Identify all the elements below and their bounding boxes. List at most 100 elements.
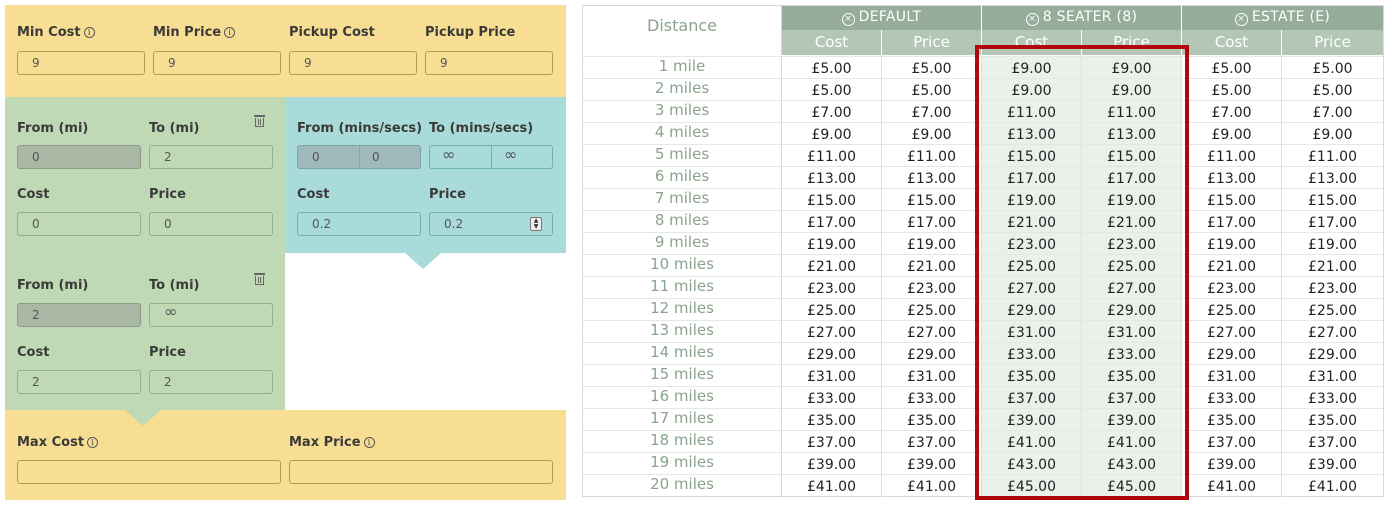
cost-cell: £11.00 [982, 101, 1082, 123]
price-cell: £41.00 [1308, 479, 1357, 495]
cost-cell: £39.00 [1182, 453, 1282, 475]
distance-cell: 16 miles [583, 387, 782, 409]
cost-cell: £11.00 [1182, 145, 1282, 167]
time-to-secs[interactable]: ∞ [504, 147, 517, 163]
min-cost-label: Min Cost i [17, 25, 95, 40]
trash-icon[interactable] [254, 115, 265, 127]
cost-cell: £33.00 [1182, 387, 1282, 409]
distance-band-1: From (mi) To (mi) 0 2 Cost Price 0 0 [5, 97, 285, 253]
cost-label: Cost [17, 187, 50, 202]
min-cost-input[interactable]: 9 [17, 51, 145, 75]
price-cell: £29.00 [1082, 299, 1182, 321]
cost-cell: £5.00 [782, 57, 882, 79]
max-price-label: Max Price i [289, 435, 375, 450]
price-cell: £35.00 [882, 409, 982, 431]
price-cell: £37.00 [882, 431, 982, 453]
cost-cell: £17.00 [782, 211, 882, 233]
info-icon[interactable]: i [83, 27, 95, 38]
cost-cell: £37.00 [1182, 431, 1282, 453]
cost-cell: £23.00 [782, 277, 882, 299]
circle-x-icon[interactable]: × [1025, 13, 1039, 26]
price-cell: £25.00 [882, 299, 982, 321]
distance-cell: 15 miles [583, 365, 782, 387]
band2-to-input[interactable]: ∞ [149, 303, 273, 327]
sub-header-price: Price [1282, 30, 1383, 55]
band1-from-input: 0 [17, 145, 141, 169]
band2-from-input: 2 [17, 303, 141, 327]
table-row: 11 miles £23.00 £23.00 £27.00 £27.00 £23.00 £2… [583, 276, 1383, 299]
info-icon[interactable]: i [87, 437, 99, 448]
price-cell: £13.00 [882, 167, 982, 189]
group-header-estate: × ESTATE (E) [1182, 6, 1383, 30]
time-price-input[interactable]: 0.2 ▲ ▼ [429, 212, 553, 236]
group-header-8-seater: × 8 SEATER (8) [982, 6, 1182, 30]
price-cell: £7.00 [1312, 105, 1353, 121]
trash-icon[interactable] [254, 273, 265, 285]
band1-to-input[interactable]: 2 [149, 145, 273, 169]
price-cell: £9.00 [1082, 79, 1182, 101]
sub-header-price: Price [882, 30, 982, 55]
max-cost-input[interactable] [17, 460, 281, 484]
from-mi-label: From (mi) [17, 121, 89, 136]
table-row: 15 miles £31.00 £31.00 £35.00 £35.00 £31.00 £3… [583, 364, 1383, 387]
table-row: 19 miles £39.00 £39.00 £43.00 £43.00 £39.00 £3… [583, 452, 1383, 475]
band2-cost-input[interactable]: 2 [17, 370, 141, 394]
band1-price-input[interactable]: 0 [149, 212, 273, 236]
cost-cell: £13.00 [782, 167, 882, 189]
cost-cell: £39.00 [782, 453, 882, 475]
cost-cell: £33.00 [782, 387, 882, 409]
table-row: 2 miles £5.00 £5.00 £9.00 £9.00 £5.00 £5.00 [583, 78, 1383, 101]
distance-cell: 13 miles [583, 321, 782, 343]
price-cell: £11.00 [882, 145, 982, 167]
circle-x-icon[interactable]: × [841, 13, 855, 26]
info-icon[interactable]: i [363, 437, 375, 448]
time-from-secs: 0 [372, 150, 380, 164]
price-cell: £23.00 [1082, 233, 1182, 255]
from-mi-label: From (mi) [17, 278, 89, 293]
price-cell: £19.00 [1082, 189, 1182, 211]
price-cell: £17.00 [1082, 167, 1182, 189]
pickup-cost-input[interactable]: 9 [289, 51, 417, 75]
price-cell: £31.00 [1308, 369, 1357, 385]
pickup-price-label: Pickup Price [425, 25, 516, 40]
price-cell: £17.00 [882, 211, 982, 233]
cost-cell: £13.00 [982, 123, 1082, 145]
cost-cell: £15.00 [1182, 189, 1282, 211]
cost-cell: £37.00 [982, 387, 1082, 409]
table-row: 5 miles £11.00 £11.00 £15.00 £15.00 £11.00 £11… [583, 144, 1383, 167]
time-price-value[interactable]: 0.2 [444, 217, 463, 231]
price-cell: £31.00 [882, 365, 982, 387]
cost-cell: £17.00 [1182, 211, 1282, 233]
circle-x-icon[interactable]: × [1234, 13, 1248, 26]
price-cell: £21.00 [882, 255, 982, 277]
cost-cell: £27.00 [982, 277, 1082, 299]
table-row: 13 miles £27.00 £27.00 £31.00 £31.00 £27.00 £2… [583, 320, 1383, 343]
cost-cell: £7.00 [1182, 101, 1282, 123]
time-cost-input[interactable]: 0.2 [297, 212, 421, 236]
price-cell: £15.00 [882, 189, 982, 211]
pricing-bands-editor: Min Cost i Min Price i Pickup Cost Pickup … [5, 5, 566, 500]
cost-cell: £15.00 [982, 145, 1082, 167]
band1-cost-input[interactable]: 0 [17, 212, 141, 236]
price-cell: £13.00 [1082, 123, 1182, 145]
table-row: 8 miles £17.00 £17.00 £21.00 £21.00 £17.00 £17… [583, 210, 1383, 233]
time-to-input[interactable]: ∞ ∞ [429, 145, 553, 169]
pickup-cost-label: Pickup Cost [289, 25, 375, 40]
min-price-input[interactable]: 9 [153, 51, 281, 75]
distance-cell: 1 mile [583, 57, 782, 79]
distance-header: Distance [583, 6, 782, 55]
group-header-default: × DEFAULT [782, 6, 982, 30]
info-icon[interactable]: i [224, 27, 236, 38]
distance-cell: 4 miles [583, 123, 782, 145]
price-cell: £5.00 [882, 57, 982, 79]
price-cell: £27.00 [1082, 277, 1182, 299]
number-spinner-icon[interactable]: ▲ ▼ [530, 217, 542, 231]
cost-cell: £31.00 [1182, 365, 1282, 387]
time-to-mins[interactable]: ∞ [442, 147, 455, 163]
min-pickup-section: Min Cost i Min Price i Pickup Cost Pickup … [5, 5, 566, 97]
distance-cell: 5 miles [583, 145, 782, 167]
max-price-input[interactable] [289, 460, 553, 484]
table-row: 14 miles £29.00 £29.00 £33.00 £33.00 £29.00 £2… [583, 342, 1383, 365]
band2-price-input[interactable]: 2 [149, 370, 273, 394]
pickup-price-input[interactable]: 9 [425, 51, 553, 75]
